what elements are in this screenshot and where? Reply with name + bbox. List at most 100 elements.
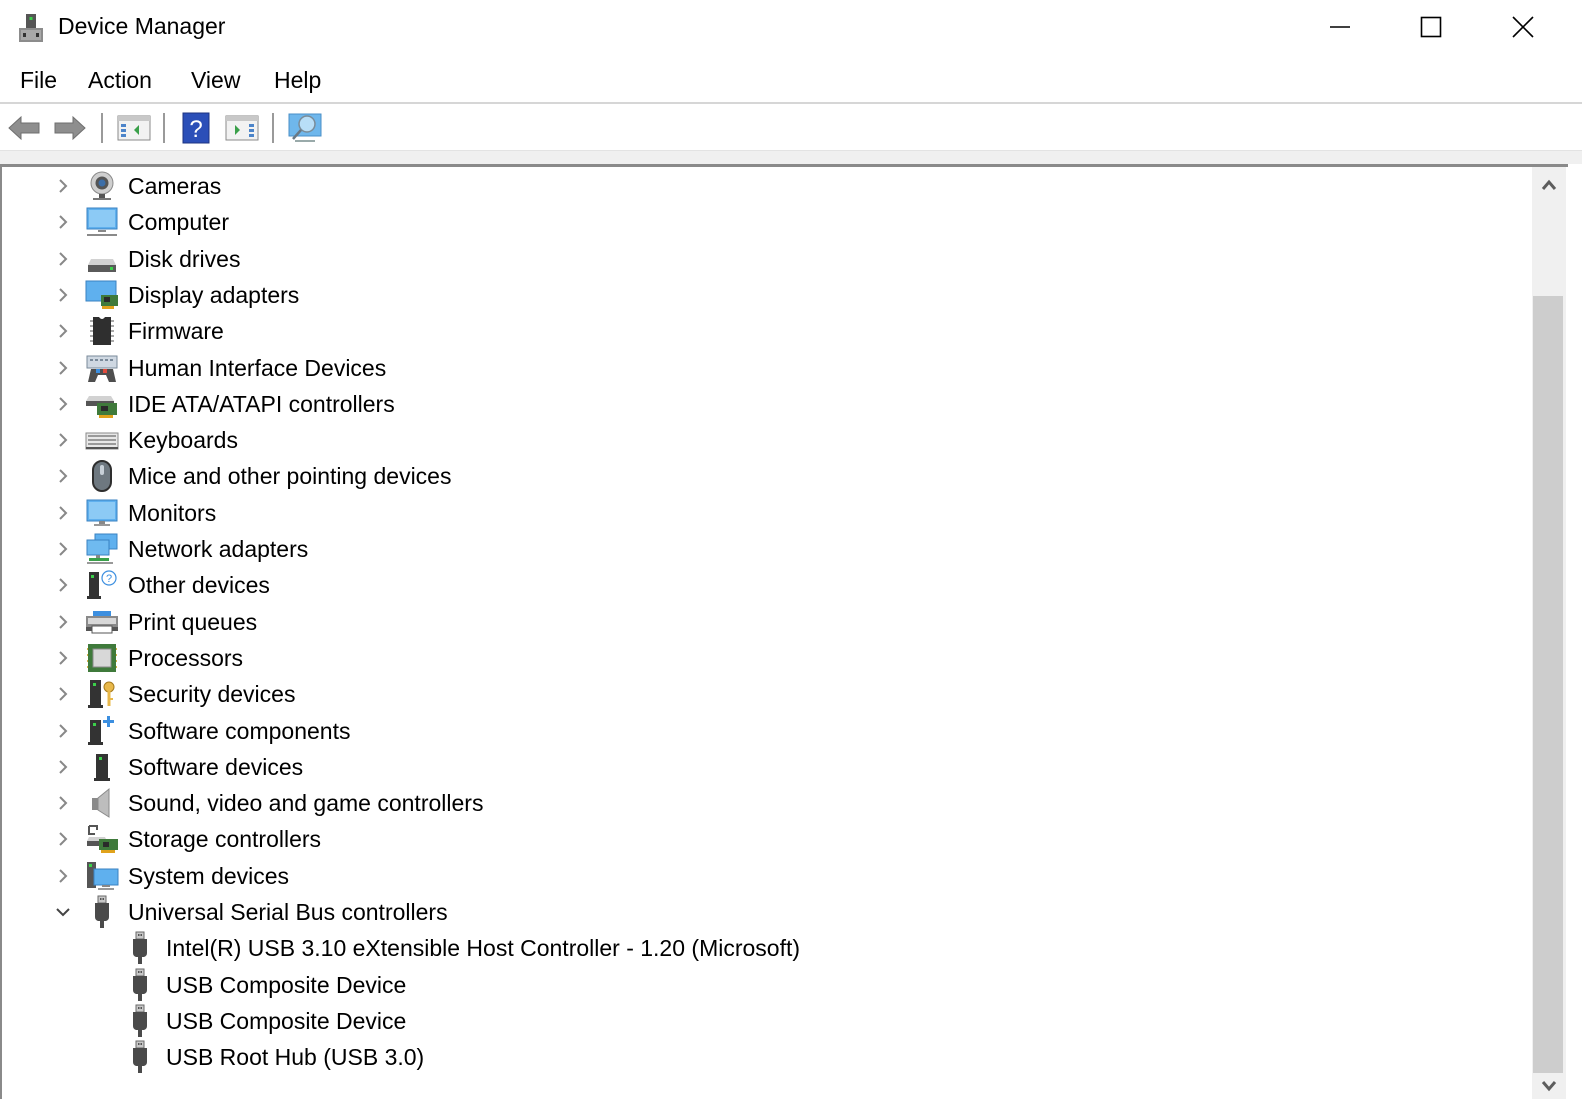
arrow-left-icon: [8, 115, 40, 141]
expand-chevron-right-icon[interactable]: [54, 794, 72, 812]
expand-chevron-right-icon[interactable]: [54, 758, 72, 776]
tree-category-human-interface-devices[interactable]: Human Interface Devices: [2, 350, 1532, 386]
scroll-up-button[interactable]: [1532, 167, 1566, 203]
menu-file[interactable]: File: [18, 65, 59, 96]
keyboard-icon: [85, 423, 119, 457]
tree-device-item[interactable]: USB Composite Device: [2, 1003, 1532, 1039]
tree-category-disk-drives[interactable]: Disk drives: [2, 241, 1532, 277]
tree-node-label: Security devices: [128, 681, 296, 708]
expand-chevron-right-icon[interactable]: [54, 867, 72, 885]
minimize-icon: [1330, 26, 1350, 28]
title-bar: Device Manager: [0, 0, 1582, 56]
tree-category-print-queues[interactable]: Print queues: [2, 604, 1532, 640]
ide-controller-icon: [85, 387, 119, 421]
help-button[interactable]: ?: [178, 110, 214, 146]
tree-node-label: USB Composite Device: [166, 1007, 407, 1034]
toolbar-bottom-strip: [0, 150, 1582, 164]
tree-node-label: Computer: [128, 209, 229, 236]
tree-category-other-devices[interactable]: ? Other devices: [2, 567, 1532, 603]
menu-help[interactable]: Help: [272, 65, 323, 96]
tree-node-label: Human Interface Devices: [128, 354, 387, 381]
usb-icon: [123, 1004, 157, 1038]
expand-chevron-right-icon[interactable]: [54, 576, 72, 594]
tree-category-network-adapters[interactable]: Network adapters: [2, 531, 1532, 567]
close-button[interactable]: [1477, 0, 1569, 54]
processor-icon: [85, 641, 119, 675]
expand-chevron-right-icon[interactable]: [54, 613, 72, 631]
tree-node-label: Firmware: [128, 318, 224, 345]
show-hide-action-pane-button[interactable]: [224, 110, 260, 146]
tree-category-computer[interactable]: Computer: [2, 204, 1532, 240]
tree-category-keyboards[interactable]: Keyboards: [2, 422, 1532, 458]
expand-chevron-right-icon[interactable]: [54, 504, 72, 522]
tree-device-item[interactable]: Intel(R) USB 3.10 eXtensible Host Contro…: [2, 930, 1532, 966]
expand-chevron-right-icon[interactable]: [54, 177, 72, 195]
expand-chevron-right-icon[interactable]: [54, 213, 72, 231]
expand-chevron-right-icon[interactable]: [54, 359, 72, 377]
tree-node-label: Network adapters: [128, 536, 309, 562]
tree-category-ide-ata-atapi-controllers[interactable]: IDE ATA/ATAPI controllers: [2, 386, 1532, 422]
tree-node-label: Universal Serial Bus controllers: [128, 899, 448, 925]
minimize-button[interactable]: [1294, 0, 1386, 54]
computer-icon: [85, 205, 119, 239]
tree-device-item[interactable]: USB Composite Device: [2, 967, 1532, 1003]
back-button[interactable]: [6, 110, 42, 146]
tree-node-label: Disk drives: [128, 245, 241, 272]
maximize-button[interactable]: [1385, 0, 1477, 54]
expand-chevron-right-icon[interactable]: [54, 286, 72, 304]
speaker-icon: [85, 786, 119, 820]
tree-category-processors[interactable]: Processors: [2, 640, 1532, 676]
tree-node-label: Software devices: [128, 753, 304, 780]
tree-category-firmware[interactable]: Firmware: [2, 313, 1532, 349]
tree-category-cameras[interactable]: Cameras: [2, 168, 1532, 204]
tree-category-sound-video-and-game-controllers[interactable]: Sound, video and game controllers: [2, 785, 1532, 821]
svg-text:?: ?: [106, 573, 112, 585]
toolbar-separator: [272, 113, 274, 143]
expand-chevron-right-icon[interactable]: [54, 722, 72, 740]
tree-node-label: Intel(R) USB 3.10 eXtensible Host Contro…: [166, 935, 801, 962]
tree-category-security-devices[interactable]: Security devices: [2, 676, 1532, 712]
tree-category-display-adapters[interactable]: Display adapters: [2, 277, 1532, 313]
tree-category-mice-and-other-pointing-devices[interactable]: Mice and other pointing devices: [2, 458, 1532, 494]
expand-chevron-right-icon[interactable]: [54, 830, 72, 848]
arrow-right-icon: [54, 115, 86, 141]
disk-drive-icon: [85, 242, 119, 276]
tree-category-monitors[interactable]: Monitors: [2, 495, 1532, 531]
scroll-thumb[interactable]: [1533, 296, 1563, 1073]
scroll-down-button[interactable]: [1532, 1073, 1566, 1099]
tree-device-item[interactable]: USB Root Hub (USB 3.0): [2, 1039, 1532, 1075]
scan-hardware-changes-button[interactable]: [287, 110, 323, 146]
expand-chevron-right-icon[interactable]: [54, 540, 72, 558]
forward-button[interactable]: [52, 110, 88, 146]
scan-monitor-icon: [288, 113, 322, 142]
expand-chevron-right-icon[interactable]: [54, 467, 72, 485]
maximize-icon: [1420, 16, 1442, 38]
tree-node-label: System devices: [128, 862, 290, 889]
expand-chevron-right-icon[interactable]: [54, 431, 72, 449]
expand-chevron-right-icon[interactable]: [54, 395, 72, 413]
menu-bar: File Action View Help: [0, 58, 1582, 102]
expand-chevron-right-icon[interactable]: [54, 685, 72, 703]
expand-chevron-down-icon[interactable]: [54, 903, 72, 921]
tree-category-storage-controllers[interactable]: Storage controllers: [2, 821, 1532, 857]
tree-category-system-devices[interactable]: System devices: [2, 858, 1532, 894]
menu-action[interactable]: Action: [86, 65, 154, 96]
tree-category-software-devices[interactable]: Software devices: [2, 749, 1532, 785]
expand-chevron-right-icon[interactable]: [54, 250, 72, 268]
window-title: Device Manager: [58, 13, 226, 39]
firmware-chip-icon: [85, 314, 119, 348]
vertical-scrollbar[interactable]: [1532, 167, 1566, 1099]
tree-node-label: USB Root Hub (USB 3.0): [166, 1044, 425, 1071]
printer-icon: [85, 605, 119, 639]
usb-icon: [85, 895, 119, 929]
usb-icon: [123, 1040, 157, 1074]
device-tree[interactable]: Cameras Computer Disk drives Display adapte…: [0, 164, 1568, 1099]
expand-chevron-right-icon[interactable]: [54, 322, 72, 340]
tree-category-software-components[interactable]: Software components: [2, 713, 1532, 749]
tree-category-universal-serial-bus-controllers[interactable]: Universal Serial Bus controllers: [2, 894, 1532, 930]
storage-controller-icon: [85, 822, 119, 856]
show-hide-console-tree-button[interactable]: [116, 110, 152, 146]
expand-chevron-right-icon[interactable]: [54, 649, 72, 667]
menu-view[interactable]: View: [189, 65, 242, 96]
software-device-icon: [85, 750, 119, 784]
